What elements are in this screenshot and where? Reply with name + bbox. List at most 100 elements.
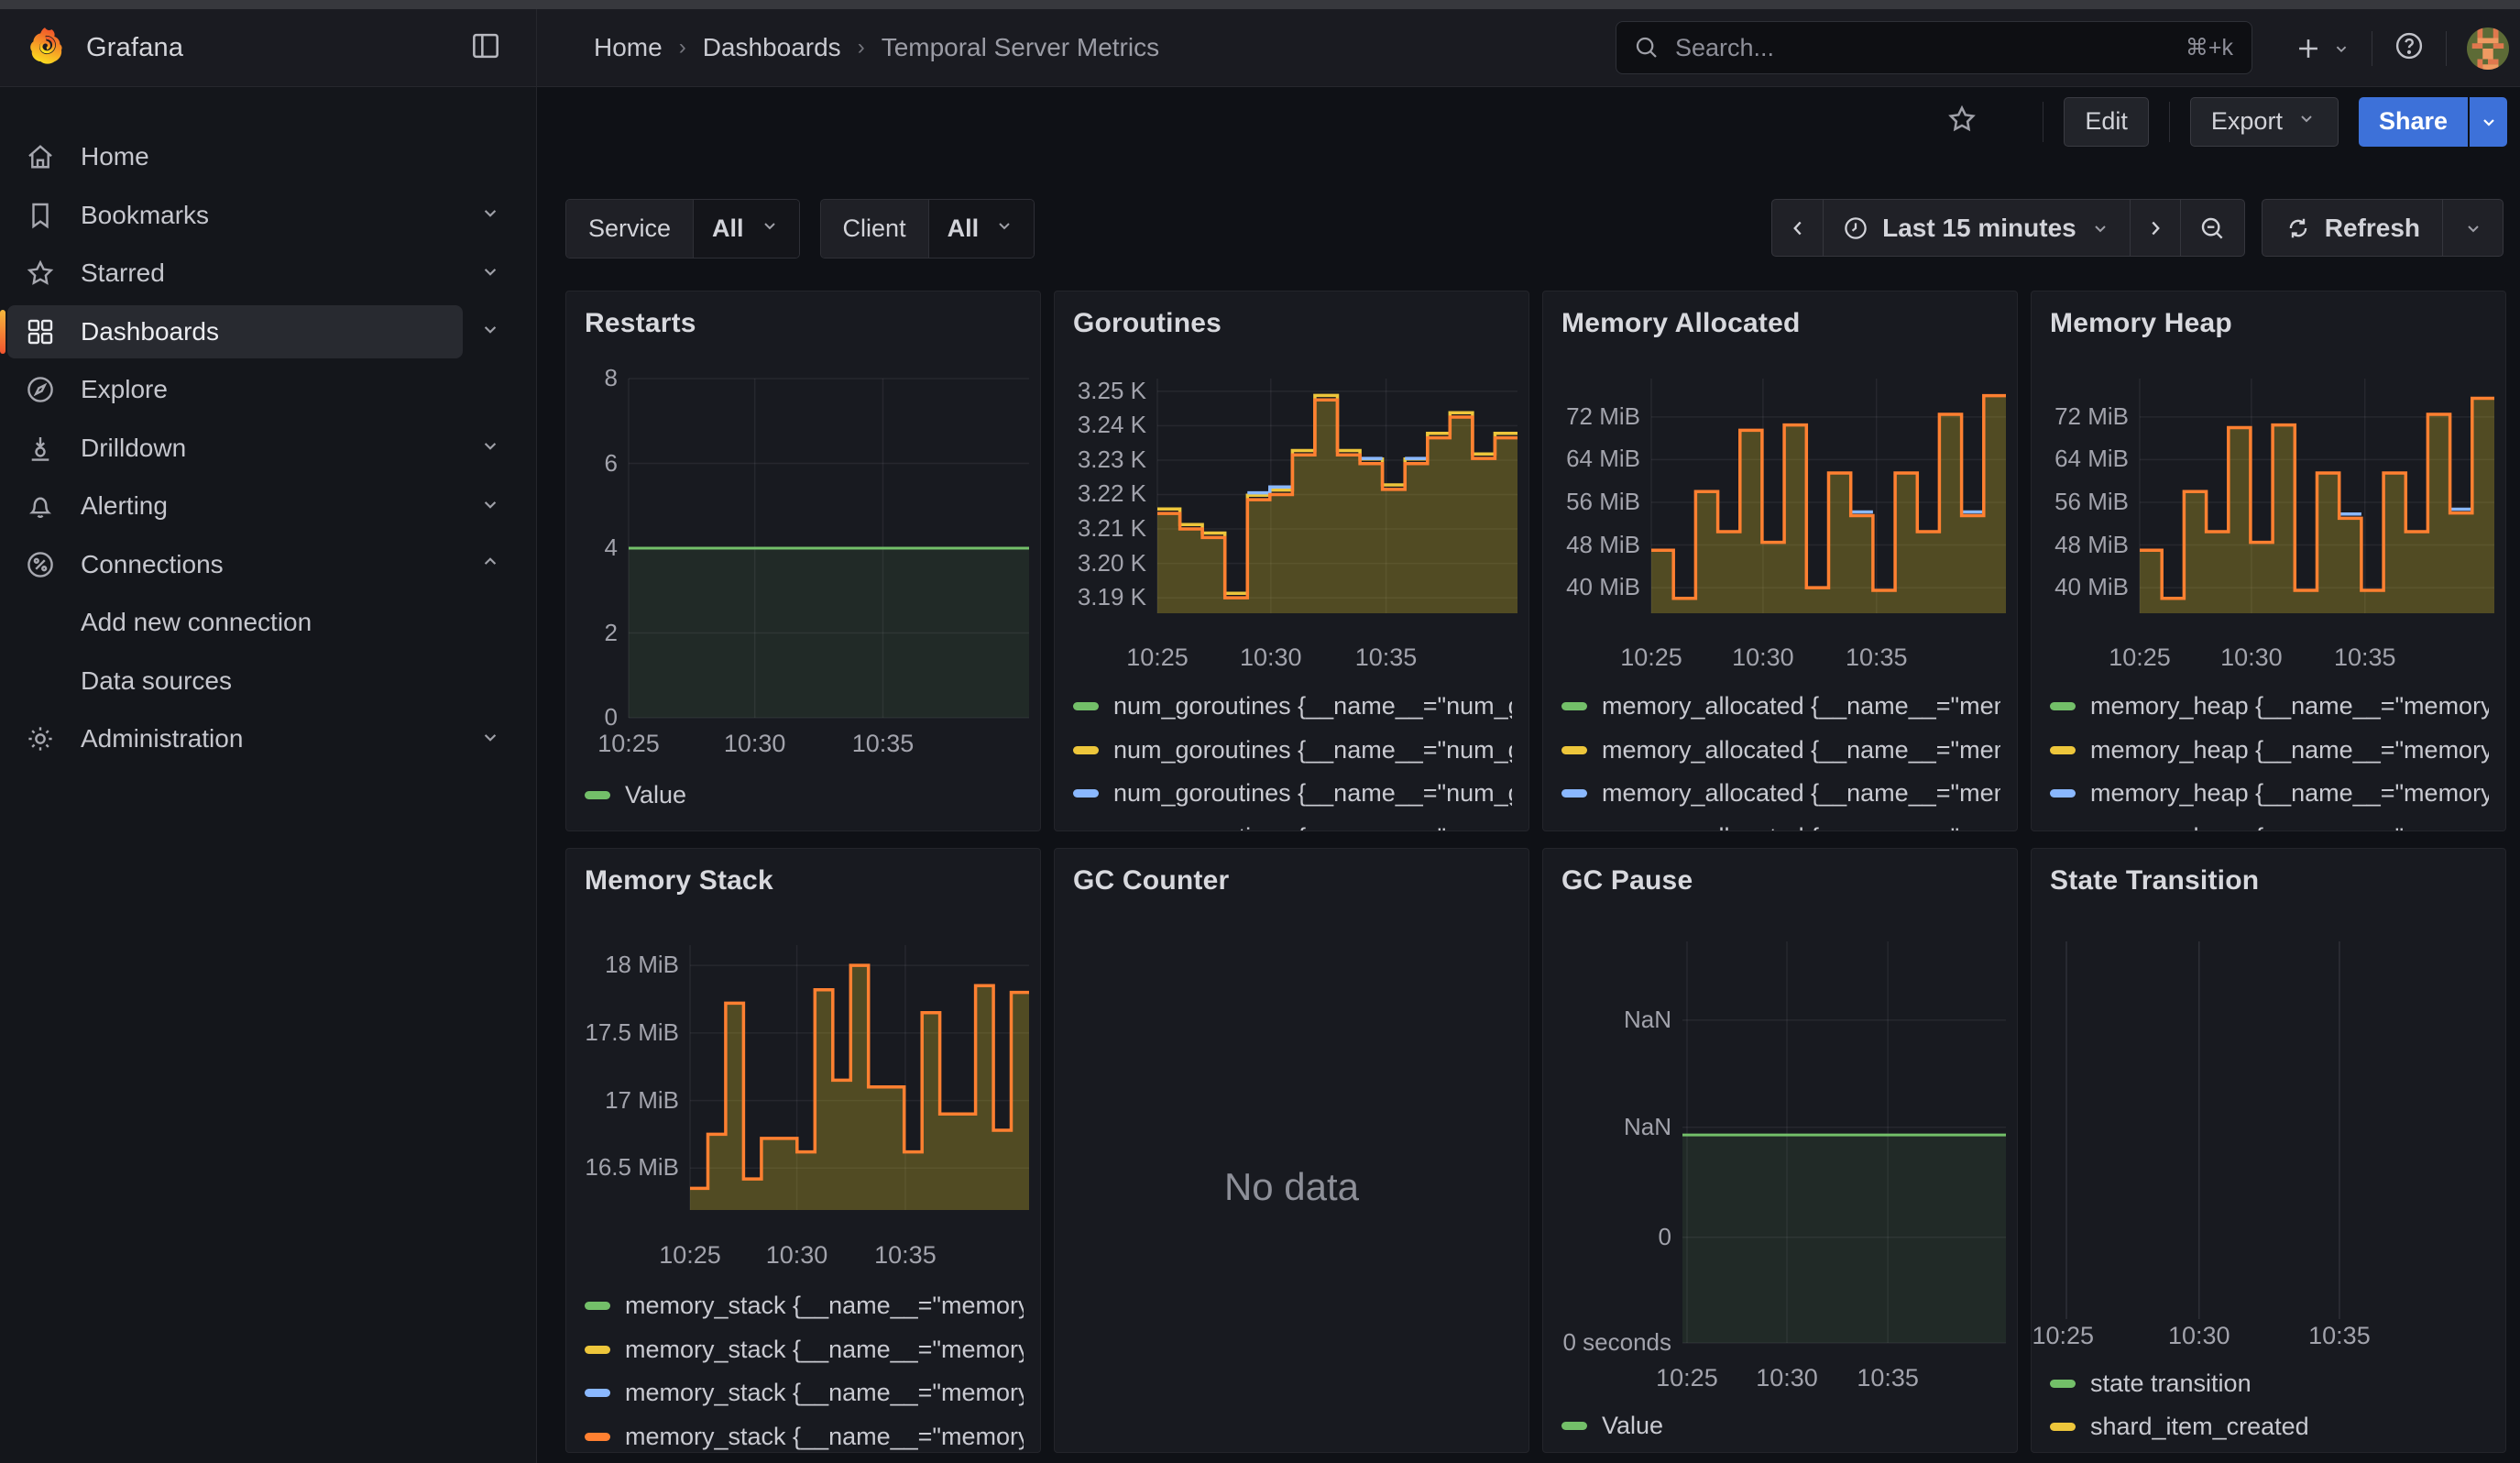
- legend-series-label: memory_stack {__name__="memory_s: [625, 1292, 1024, 1320]
- legend-item[interactable]: memory_heap {__name__="memory_h: [2050, 692, 2489, 720]
- chevron-down-icon: [2089, 217, 2111, 239]
- legend-series-label: num_goroutines {__name__="num_go: [1113, 823, 1512, 832]
- no-data-message: No data: [1055, 1165, 1528, 1209]
- variable-service-value[interactable]: All: [694, 200, 799, 258]
- sidebar-item-label: Drilldown: [81, 434, 186, 463]
- chevron-down-icon: [478, 259, 502, 288]
- legend-item[interactable]: num_goroutines {__name__="num_go: [1073, 779, 1512, 808]
- time-shift-back-button[interactable]: [1771, 199, 1824, 257]
- sidebar-item-connections[interactable]: Connections: [0, 538, 537, 591]
- search-box[interactable]: ⌘+k: [1616, 21, 2252, 74]
- sidebar-item-label: Connections: [81, 550, 224, 579]
- legend-item[interactable]: Value: [1561, 1412, 2000, 1440]
- home-icon: [24, 140, 57, 173]
- brand-label: Grafana: [86, 33, 183, 63]
- sidebar-item-label: Explore: [81, 375, 168, 404]
- legend-series-marker: [2050, 702, 2076, 710]
- panel-title[interactable]: State Transition: [2050, 865, 2259, 896]
- add-new-button[interactable]: [2293, 33, 2351, 64]
- chevron-down-icon: [2295, 107, 2317, 136]
- legend-item[interactable]: num_goroutines {__name__="num_go: [1073, 736, 1512, 764]
- legend-series-marker: [2050, 1423, 2076, 1431]
- sidebar-item-home[interactable]: Home: [0, 130, 537, 183]
- breadcrumb-dashboards[interactable]: Dashboards: [703, 33, 841, 62]
- variable-client-value[interactable]: All: [929, 200, 1035, 258]
- panel-gc-counter: GC Counter No data: [1054, 848, 1529, 1453]
- y-axis-tick-label: 64 MiB: [1543, 445, 1640, 473]
- panel-title[interactable]: Restarts: [585, 308, 696, 339]
- legend-item[interactable]: shard_item_created: [2050, 1413, 2489, 1441]
- share-dropdown-button[interactable]: [2470, 97, 2507, 147]
- legend-item[interactable]: memory_stack {__name__="memory_s: [585, 1336, 1024, 1364]
- legend-item[interactable]: memory_stack {__name__="memory_s: [585, 1379, 1024, 1407]
- legend-series-marker: [2050, 746, 2076, 754]
- y-axis-tick-label: NaN: [1543, 1006, 1671, 1034]
- sidebar-item-add-new-connection[interactable]: Add new connection: [0, 596, 537, 649]
- legend-item[interactable]: memory_allocated {__name__="memo: [1561, 779, 2000, 808]
- legend-item[interactable]: Value: [585, 781, 1024, 809]
- y-axis-tick-label: 4: [566, 534, 618, 562]
- legend-item[interactable]: num_goroutines {__name__="num_go: [1073, 692, 1512, 720]
- sidebar-item-administration[interactable]: Administration: [0, 712, 537, 765]
- favorite-star-icon[interactable]: [1945, 103, 1978, 140]
- sidebar-item-starred[interactable]: Starred: [0, 247, 537, 300]
- panel-title[interactable]: Memory Allocated: [1561, 308, 1801, 339]
- sidebar-item-drilldown[interactable]: Drilldown: [0, 422, 537, 475]
- chevron-down-icon: [2331, 38, 2351, 59]
- sidebar-toggle-icon[interactable]: [468, 28, 503, 68]
- zoom-out-button[interactable]: [2181, 199, 2245, 257]
- panel-title[interactable]: Memory Heap: [2050, 308, 2232, 339]
- sidebar-item-dashboards[interactable]: Dashboards: [0, 305, 537, 358]
- legend-series-marker: [585, 1389, 610, 1397]
- legend-series-marker: [585, 1346, 610, 1354]
- legend-series-label: memory_allocated {__name__="memo: [1602, 736, 2000, 764]
- time-range-picker[interactable]: Last 15 minutes: [1824, 199, 2131, 257]
- x-axis-tick-label: 10:25: [1587, 644, 1715, 672]
- panel-title[interactable]: GC Pause: [1561, 865, 1693, 896]
- sidebar-item-alerting[interactable]: Alerting: [0, 479, 537, 533]
- clock-icon: [1842, 214, 1869, 242]
- sidebar-item-data-sources[interactable]: Data sources: [0, 654, 537, 708]
- zoom-out-icon: [2197, 214, 2227, 243]
- legend-series-label: memory_heap {__name__="memory_h: [2090, 736, 2489, 764]
- panel-title[interactable]: Goroutines: [1073, 308, 1222, 339]
- y-axis-tick-label: 40 MiB: [2032, 573, 2129, 601]
- legend-item[interactable]: memory_stack {__name__="memory_s: [585, 1292, 1024, 1320]
- panel-title[interactable]: Memory Stack: [585, 865, 773, 896]
- legend-item[interactable]: memory_stack {__name__="memory_s: [585, 1423, 1024, 1451]
- panel-state-transition: State Transition10:2510:3010:35state tra…: [2031, 848, 2506, 1453]
- variable-client: Client All: [820, 199, 1035, 258]
- share-button[interactable]: Share: [2359, 97, 2468, 147]
- sidebar-item-bookmarks[interactable]: Bookmarks: [0, 189, 537, 242]
- refresh-interval-dropdown[interactable]: [2443, 199, 2504, 257]
- apps-icon: [24, 315, 57, 348]
- user-avatar[interactable]: [2467, 28, 2509, 70]
- brand-header: Grafana: [0, 9, 537, 87]
- panel-title[interactable]: GC Counter: [1073, 865, 1229, 896]
- x-axis-tick-label: 10:30: [1207, 644, 1335, 672]
- legend-item[interactable]: memory_heap {__name__="memory_h: [2050, 779, 2489, 808]
- chevron-down-icon: [993, 214, 1015, 243]
- search-input[interactable]: [1673, 33, 2186, 63]
- legend-item[interactable]: memory_allocated {__name__="memo: [1561, 736, 2000, 764]
- sidebar-item-explore[interactable]: Explore: [0, 363, 537, 416]
- y-axis-tick-label: 0 seconds: [1543, 1328, 1671, 1357]
- legend-item[interactable]: num_goroutines {__name__="num_go: [1073, 823, 1512, 832]
- breadcrumb-home[interactable]: Home: [594, 33, 663, 62]
- legend-series-label: num_goroutines {__name__="num_go: [1113, 779, 1512, 808]
- help-button[interactable]: [2393, 29, 2426, 67]
- chevron-down-icon: [478, 492, 502, 521]
- edit-button[interactable]: Edit: [2064, 97, 2149, 147]
- legend-item[interactable]: state transition: [2050, 1370, 2489, 1398]
- y-axis-tick-label: 72 MiB: [1543, 402, 1640, 431]
- y-axis-tick-label: NaN: [1543, 1113, 1671, 1141]
- refresh-button[interactable]: Refresh: [2262, 199, 2443, 257]
- time-shift-forward-button[interactable]: [2131, 199, 2181, 257]
- sidebar-item-label: Dashboards: [81, 317, 219, 346]
- legend-item[interactable]: memory_allocated {__name__="memo: [1561, 823, 2000, 832]
- legend-series-marker: [585, 1302, 610, 1310]
- legend-item[interactable]: memory_heap {__name__="memory_h: [2050, 823, 2489, 832]
- export-button[interactable]: Export: [2190, 97, 2339, 147]
- legend-item[interactable]: memory_heap {__name__="memory_h: [2050, 736, 2489, 764]
- legend-item[interactable]: memory_allocated {__name__="memo: [1561, 692, 2000, 720]
